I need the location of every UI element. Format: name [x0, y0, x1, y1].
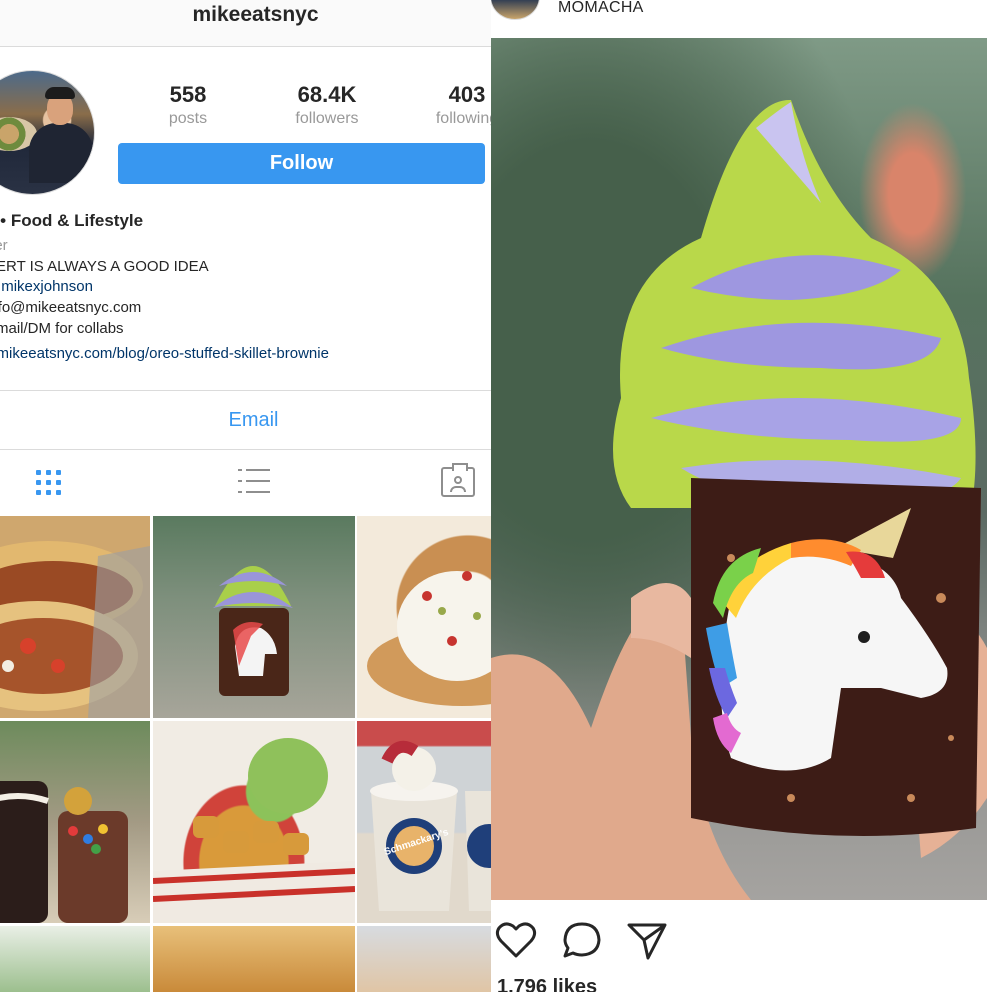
post-location[interactable]: MOMACHA: [558, 0, 644, 17]
post-photo-unicorn-soft-serve[interactable]: [491, 38, 987, 900]
post-avatar[interactable]: [491, 0, 540, 20]
grid-photo-freakshakes[interactable]: [0, 721, 150, 923]
stat-following-label: following: [435, 110, 491, 127]
stat-posts-value: 558: [169, 82, 207, 107]
likes-count[interactable]: 1,796 likes: [497, 976, 597, 992]
avatar-shirt: [29, 123, 93, 183]
email-row: Email: [0, 390, 491, 450]
profile-avatar[interactable]: [0, 70, 95, 195]
stat-followers-label: followers: [295, 110, 359, 127]
avatar-hair: [45, 87, 75, 99]
post-actions: [491, 900, 987, 980]
grid-photo-unicorn-cone[interactable]: [153, 516, 355, 718]
grid-photo-pancakes[interactable]: [357, 516, 491, 718]
grid-photo-fries[interactable]: [357, 926, 491, 992]
post-header: MOMACHA: [491, 0, 987, 38]
bio-collab: Email/DM for collabs: [0, 319, 124, 337]
profile-tabs: [0, 450, 491, 516]
grid-photo-tacos[interactable]: [0, 516, 150, 718]
profile-header: mikeeatsnyc: [0, 0, 491, 47]
stat-posts-label: posts: [168, 110, 208, 127]
bio-website-link[interactable]: v.mikeeatsnyc.com/blog/oreo-stuffed-skil…: [0, 345, 491, 366]
stat-following-value: 403: [448, 82, 486, 107]
post-panel: MOMACHA 1,796 likes: [491, 0, 987, 992]
stat-followers-value: 68.4K: [297, 82, 357, 107]
bio-contact-email: info@mikeeatsnyc.com: [0, 299, 142, 317]
follow-button[interactable]: Follow: [118, 143, 485, 184]
bio-name: e • Food & Lifestyle: [0, 211, 144, 230]
list-icon[interactable]: [238, 467, 270, 495]
grid-icon[interactable]: [36, 467, 64, 495]
stat-following[interactable]: 403 following: [407, 82, 491, 128]
heart-icon[interactable]: [495, 920, 537, 960]
profile-username: mikeeatsnyc: [192, 3, 319, 26]
grid-photo-green-drink[interactable]: [0, 926, 150, 992]
bio-category: ger: [0, 237, 8, 254]
grid-photo-tater-tots[interactable]: [153, 721, 355, 923]
email-button[interactable]: Email: [0, 409, 491, 432]
tagged-icon[interactable]: [441, 463, 475, 497]
profile-panel: mikeeatsnyc 558 posts 68.4K followers 40…: [0, 0, 491, 992]
stat-posts[interactable]: 558 posts: [128, 82, 248, 128]
share-icon[interactable]: [626, 920, 668, 960]
grid-photo-pastry[interactable]: [153, 926, 355, 992]
comment-icon[interactable]: [561, 920, 603, 960]
bio-mention-link[interactable]: @mikexjohnson: [0, 278, 491, 299]
photo-grid: Schmackary's: [0, 516, 491, 992]
stat-followers[interactable]: 68.4K followers: [267, 82, 387, 128]
grid-photo-schmackarys[interactable]: Schmackary's: [357, 721, 491, 923]
profile-bio: e • Food & Lifestyle ger SERT IS ALWAYS …: [0, 211, 491, 366]
bio-line: SERT IS ALWAYS A GOOD IDEA: [0, 257, 209, 275]
